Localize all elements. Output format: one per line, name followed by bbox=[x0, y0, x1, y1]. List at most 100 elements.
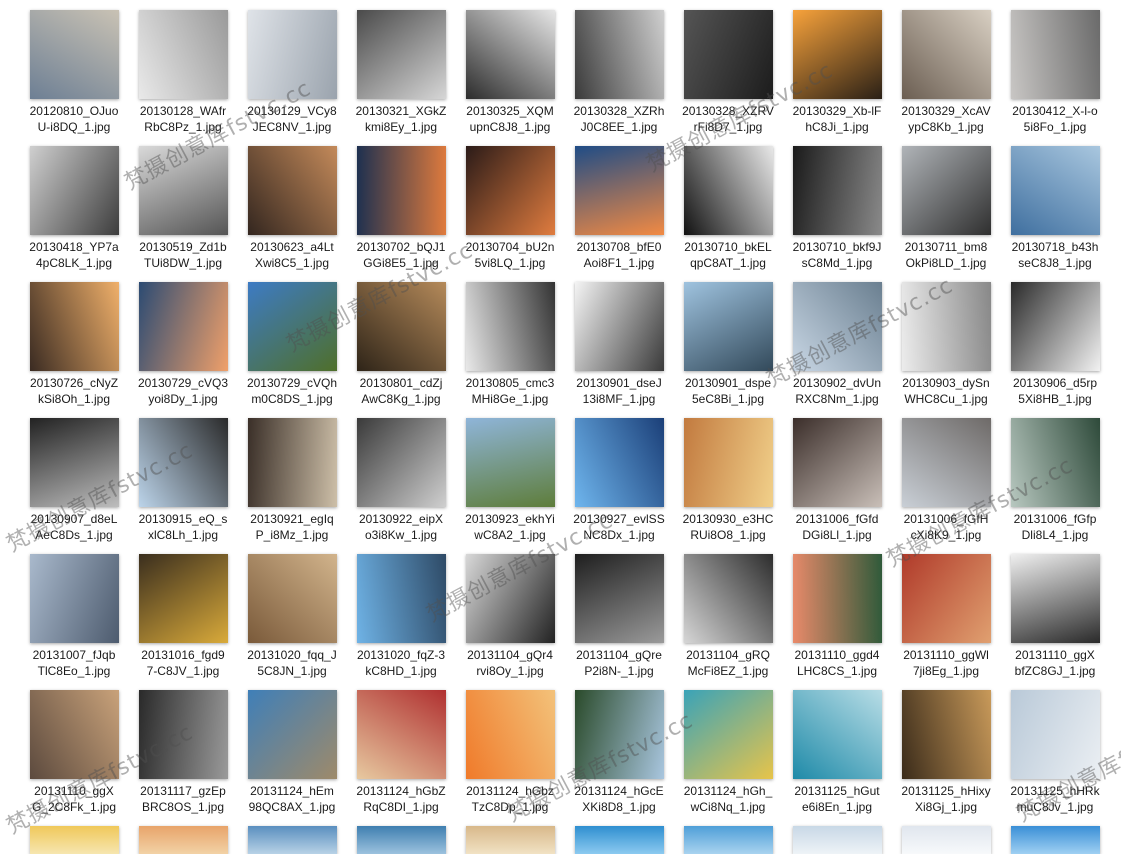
image-thumbnail[interactable] bbox=[466, 690, 555, 779]
file-name[interactable]: 20130902_dvUn RXC8Nm_1.jpg bbox=[779, 375, 895, 407]
image-thumbnail[interactable] bbox=[248, 554, 337, 643]
image-thumbnail[interactable] bbox=[1011, 10, 1100, 99]
file-name[interactable]: 20131104_gQre P2i8N-_1.jpg bbox=[561, 647, 677, 679]
image-thumbnail[interactable] bbox=[684, 282, 773, 371]
image-thumbnail[interactable] bbox=[1011, 418, 1100, 507]
file-item[interactable]: 20130915_eQ_s xlC8Lh_1.jpg bbox=[119, 408, 228, 544]
image-thumbnail[interactable] bbox=[139, 418, 228, 507]
file-item[interactable]: 20130321_XGkZ kmi8Ey_1.jpg bbox=[337, 0, 446, 136]
image-thumbnail[interactable] bbox=[466, 826, 555, 854]
file-item[interactable]: 20131125_hHRk muC8Jv_1.jpg bbox=[991, 680, 1100, 816]
file-item[interactable]: 20131124_hEm 98QC8AX_1.jpg bbox=[228, 680, 337, 816]
file-name[interactable]: 20130805_cmc3 MHi8Ge_1.jpg bbox=[452, 375, 568, 407]
image-thumbnail[interactable] bbox=[684, 418, 773, 507]
file-item[interactable]: 20130702_bQJ1 GGi8E5_1.jpg bbox=[337, 136, 446, 272]
image-thumbnail[interactable] bbox=[466, 282, 555, 371]
image-thumbnail[interactable] bbox=[684, 10, 773, 99]
file-name[interactable]: 20130328_XZRh J0C8EE_1.jpg bbox=[561, 103, 677, 135]
file-name[interactable]: 20131110_ggWl 7ji8Eg_1.jpg bbox=[888, 647, 1004, 679]
file-item[interactable]: 20130129_VCy8 JEC8NV_1.jpg bbox=[228, 0, 337, 136]
file-name[interactable]: 20130710_bkEL qpC8AT_1.jpg bbox=[670, 239, 786, 271]
file-item[interactable]: 20130901_dseJ 13i8MF_1.jpg bbox=[555, 272, 664, 408]
file-item[interactable]: 20130710_bkEL qpC8AT_1.jpg bbox=[664, 136, 773, 272]
image-thumbnail[interactable] bbox=[684, 826, 773, 854]
file-name[interactable]: 20131006_fGfd DGi8Ll_1.jpg bbox=[779, 511, 895, 543]
image-thumbnail[interactable] bbox=[1011, 826, 1100, 854]
file-name[interactable]: 20130921_egIq P_i8Mz_1.jpg bbox=[234, 511, 350, 543]
file-item[interactable]: 20131104_gQre P2i8N-_1.jpg bbox=[555, 544, 664, 680]
file-name[interactable]: 20130915_eQ_s xlC8Lh_1.jpg bbox=[125, 511, 241, 543]
file-name[interactable]: 20131110_ggX bfZC8GJ_1.jpg bbox=[997, 647, 1113, 679]
file-name[interactable]: 20131110_ggX G_2C8Fk_1.jpg bbox=[16, 783, 132, 815]
file-name[interactable]: 20131007_fJqb TlC8Eo_1.jpg bbox=[16, 647, 132, 679]
file-item[interactable]: 20130412_X-l-o 5i8Fo_1.jpg bbox=[991, 0, 1100, 136]
file-name[interactable]: 20131124_hGbz TzC8Dp_1.jpg bbox=[452, 783, 568, 815]
file-item[interactable]: 20130128_WAfr RbC8Pz_1.jpg bbox=[119, 0, 228, 136]
file-item[interactable]: 20130329_Xb-lF hC8Ji_1.jpg bbox=[773, 0, 882, 136]
image-thumbnail[interactable] bbox=[357, 10, 446, 99]
file-item[interactable]: 20130718_b43h seC8J8_1.jpg bbox=[991, 136, 1100, 272]
image-thumbnail[interactable] bbox=[139, 690, 228, 779]
file-item[interactable]: 20130930_e3HC RUi8O8_1.jpg bbox=[664, 408, 773, 544]
file-item[interactable]: 20131110_ggWl 7ji8Eg_1.jpg bbox=[882, 544, 991, 680]
file-name[interactable]: 20130329_Xb-lF hC8Ji_1.jpg bbox=[779, 103, 895, 135]
image-thumbnail[interactable] bbox=[139, 146, 228, 235]
file-item[interactable]: 20130623_a4Lt Xwi8C5_1.jpg bbox=[228, 136, 337, 272]
file-item[interactable]: 20130704_bU2n 5vi8LQ_1.jpg bbox=[446, 136, 555, 272]
file-item[interactable]: 20130329_XcAV ypC8Kb_1.jpg bbox=[882, 0, 991, 136]
image-thumbnail[interactable] bbox=[248, 146, 337, 235]
file-item[interactable]: 20131104_gQr4 rvi8Oy_1.jpg bbox=[446, 544, 555, 680]
file-item[interactable]: 20131124_hGh_ wCi8Nq_1.jpg bbox=[664, 680, 773, 816]
file-name[interactable]: 20130801_cdZj AwC8Kg_1.jpg bbox=[343, 375, 459, 407]
file-item[interactable]: 20131007_fJqb TlC8Eo_1.jpg bbox=[10, 544, 119, 680]
file-item[interactable]: 20131117_gzEp BRC8OS_1.jpg bbox=[119, 680, 228, 816]
image-thumbnail[interactable] bbox=[466, 554, 555, 643]
image-thumbnail[interactable] bbox=[139, 10, 228, 99]
image-thumbnail[interactable] bbox=[575, 10, 664, 99]
file-item[interactable]: 20131110_ggd4 LHC8CS_1.jpg bbox=[773, 544, 882, 680]
image-thumbnail[interactable] bbox=[30, 554, 119, 643]
file-item[interactable]: 20131124_hGbz TzC8Dp_1.jpg bbox=[446, 680, 555, 816]
image-thumbnail[interactable] bbox=[575, 554, 664, 643]
image-thumbnail[interactable] bbox=[466, 418, 555, 507]
file-item[interactable]: 20131110_ggX bfZC8GJ_1.jpg bbox=[991, 544, 1100, 680]
file-name[interactable]: 20131006_fGfp Dli8L4_1.jpg bbox=[997, 511, 1113, 543]
file-name[interactable]: 20131016_fgd9 7-C8JV_1.jpg bbox=[125, 647, 241, 679]
file-name[interactable]: 20120810_OJuo U-i8DQ_1.jpg bbox=[16, 103, 132, 135]
file-item[interactable]: 20130711_bm8 OkPi8LD_1.jpg bbox=[882, 136, 991, 272]
file-item[interactable]: 20131124_hGcE XKi8D8_1.jpg bbox=[555, 680, 664, 816]
file-item[interactable]: 20130519_Zd1b TUi8DW_1.jpg bbox=[119, 136, 228, 272]
file-name[interactable]: 20131125_hHRk muC8Jv_1.jpg bbox=[997, 783, 1113, 815]
image-thumbnail[interactable] bbox=[1011, 554, 1100, 643]
image-thumbnail[interactable] bbox=[1011, 282, 1100, 371]
image-thumbnail[interactable] bbox=[575, 690, 664, 779]
image-thumbnail[interactable] bbox=[357, 690, 446, 779]
file-name[interactable]: 20130711_bm8 OkPi8LD_1.jpg bbox=[888, 239, 1004, 271]
image-thumbnail[interactable] bbox=[793, 10, 882, 99]
file-name[interactable]: 20130702_bQJ1 GGi8E5_1.jpg bbox=[343, 239, 459, 271]
file-name[interactable]: 20130128_WAfr RbC8Pz_1.jpg bbox=[125, 103, 241, 135]
file-name[interactable]: 20130922_eipX o3i8Kw_1.jpg bbox=[343, 511, 459, 543]
file-name[interactable]: 20130710_bkf9J sC8Md_1.jpg bbox=[779, 239, 895, 271]
file-item[interactable]: 20131006_fGfp Dli8L4_1.jpg bbox=[991, 408, 1100, 544]
file-name[interactable]: 20131125_hHixy Xi8Gj_1.jpg bbox=[888, 783, 1004, 815]
file-name[interactable]: 20130129_VCy8 JEC8NV_1.jpg bbox=[234, 103, 350, 135]
file-name[interactable]: 20130704_bU2n 5vi8LQ_1.jpg bbox=[452, 239, 568, 271]
file-item[interactable]: 20130801_cdZj AwC8Kg_1.jpg bbox=[337, 272, 446, 408]
file-item[interactable]: 20130325_XQM upnC8J8_1.jpg bbox=[446, 0, 555, 136]
file-item[interactable]: 20130710_bkf9J sC8Md_1.jpg bbox=[773, 136, 882, 272]
file-item[interactable]: 20130805_cmc3 MHi8Ge_1.jpg bbox=[446, 272, 555, 408]
file-name[interactable]: 20130927_evlSS NC8Dx_1.jpg bbox=[561, 511, 677, 543]
image-thumbnail[interactable] bbox=[902, 554, 991, 643]
image-thumbnail[interactable] bbox=[30, 146, 119, 235]
file-item[interactable]: 20131020_fqZ-3 kC8HD_1.jpg bbox=[337, 544, 446, 680]
file-item[interactable]: 20131110_ggX G_2C8Fk_1.jpg bbox=[10, 680, 119, 816]
file-name[interactable]: 20131124_hGh_ wCi8Nq_1.jpg bbox=[670, 783, 786, 815]
file-name[interactable]: 20130412_X-l-o 5i8Fo_1.jpg bbox=[997, 103, 1113, 135]
image-thumbnail[interactable] bbox=[466, 10, 555, 99]
file-item[interactable]: 20130901_dspe 5eC8Bi_1.jpg bbox=[664, 272, 773, 408]
file-name[interactable]: 20130623_a4Lt Xwi8C5_1.jpg bbox=[234, 239, 350, 271]
file-name[interactable]: 20131020_fqq_J 5C8JN_1.jpg bbox=[234, 647, 350, 679]
file-item[interactable]: 20131016_fgd9 7-C8JV_1.jpg bbox=[119, 544, 228, 680]
file-name[interactable]: 20131124_hGbZ RqC8DI_1.jpg bbox=[343, 783, 459, 815]
